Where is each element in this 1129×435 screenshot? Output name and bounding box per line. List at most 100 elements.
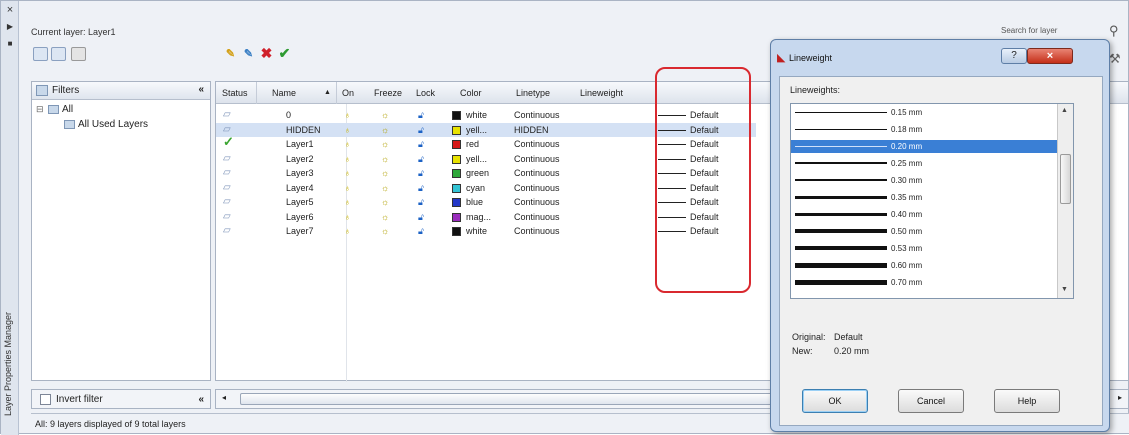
sun-icon[interactable]: ☼ [381,153,389,165]
dialog-help-icon[interactable]: ? [1001,48,1027,64]
lineweight-option[interactable]: 0.18 mm [791,123,1058,136]
new-layer-vp-frozen-icon[interactable]: ✎ [241,47,256,61]
collapse-tree-button[interactable]: « [198,84,204,95]
ok-button[interactable]: OK [802,389,868,413]
layer-name[interactable]: 0 [286,109,291,121]
delete-layer-icon[interactable]: ✖ [259,46,274,60]
sun-icon[interactable]: ☼ [381,167,389,179]
new-group-filter-icon[interactable] [51,47,66,61]
layer-name[interactable]: HIDDEN [286,124,321,136]
lightbulb-icon[interactable]: ♁ [344,167,351,179]
color-name[interactable]: cyan [466,182,485,194]
linetype-name[interactable]: Continuous [514,225,560,237]
layer-name[interactable]: Layer5 [286,196,314,208]
layer-name[interactable]: Layer4 [286,182,314,194]
color-swatch[interactable] [452,227,461,236]
tree-expander-icon[interactable]: ⊟ [36,104,44,115]
color-name[interactable]: green [466,167,489,179]
new-layer-icon[interactable]: ✎ [223,47,238,61]
color-name[interactable]: white [466,109,487,121]
column-color[interactable]: Color [460,88,482,98]
scroll-left-arrow-icon[interactable]: ◂ [222,393,226,402]
color-name[interactable]: blue [466,196,483,208]
unlocked-icon[interactable]: 🔓︎ [418,138,424,150]
linetype-name[interactable]: Continuous [514,182,560,194]
sun-icon[interactable]: ☼ [381,196,389,208]
scroll-up-arrow-icon[interactable]: ▲ [1061,107,1068,114]
column-separator[interactable] [336,82,337,104]
linetype-name[interactable]: Continuous [514,167,560,179]
color-name[interactable]: white [466,225,487,237]
collapse-filter-pane-button[interactable]: « [198,394,204,405]
color-name[interactable]: yell... [466,153,487,165]
column-freeze[interactable]: Freeze [374,88,402,98]
dialog-close-button[interactable]: × [1027,48,1073,64]
search-layer-field[interactable]: Search for layer [1001,26,1057,35]
column-lineweight[interactable]: Lineweight [580,88,623,98]
properties-menu-icon[interactable]: ■ [4,38,16,50]
lightbulb-icon[interactable]: ♁ [344,109,351,121]
cancel-button[interactable]: Cancel [898,389,964,413]
lightbulb-icon[interactable]: ♁ [344,182,351,194]
layer-states-manager-icon[interactable] [71,47,86,61]
new-property-filter-icon[interactable] [33,47,48,61]
sun-icon[interactable]: ☼ [381,124,389,136]
lineweight-option[interactable]: 0.50 mm [791,225,1058,238]
column-lock[interactable]: Lock [416,88,435,98]
set-current-icon[interactable]: ✔ [277,46,292,60]
color-swatch[interactable] [452,125,461,135]
lightbulb-icon[interactable]: ♁ [344,153,351,165]
lineweight-option[interactable]: 0.60 mm [791,259,1058,272]
color-name[interactable]: red [466,138,479,150]
lineweight-option[interactable]: 0.35 mm [791,191,1058,204]
invert-filter-checkbox[interactable] [40,394,51,405]
layer-name[interactable]: Layer1 [286,138,314,150]
auto-hide-icon[interactable]: ▶ [4,21,16,33]
column-linetype[interactable]: Linetype [516,88,550,98]
lightbulb-icon[interactable]: ♁ [344,225,351,237]
scroll-right-arrow-icon[interactable]: ▸ [1118,393,1122,402]
lightbulb-icon[interactable]: ♁ [344,211,351,223]
layer-name[interactable]: Layer2 [286,153,314,165]
lineweight-option[interactable]: 0.40 mm [791,208,1058,221]
color-swatch[interactable] [452,154,461,164]
sun-icon[interactable]: ☼ [381,109,389,121]
lineweight-option[interactable]: 0.70 mm [791,276,1058,289]
lightbulb-icon[interactable]: ♁ [344,196,351,208]
sun-icon[interactable]: ☼ [381,182,389,194]
tree-node-all-used-layers[interactable]: All Used Layers [78,119,148,130]
column-on[interactable]: On [342,88,354,98]
color-swatch[interactable] [452,169,461,178]
unlocked-icon[interactable]: 🔓︎ [418,225,424,237]
color-swatch[interactable] [452,212,461,222]
linetype-name[interactable]: Continuous [514,211,560,223]
unlocked-icon[interactable]: 🔓︎ [418,196,424,208]
color-swatch[interactable] [452,111,461,120]
color-swatch[interactable] [452,198,461,207]
unlocked-icon[interactable]: 🔓︎ [418,211,424,223]
lineweight-option[interactable]: 0.53 mm [791,242,1058,255]
linetype-name[interactable]: Continuous [514,153,560,165]
lightbulb-icon[interactable]: ♁ [344,124,351,136]
unlocked-icon[interactable]: 🔓︎ [418,167,424,179]
column-name[interactable]: Name [272,88,296,98]
layer-name[interactable]: Layer7 [286,225,314,237]
color-swatch[interactable] [452,183,461,193]
unlocked-icon[interactable]: 🔓︎ [418,109,424,121]
linetype-name[interactable]: Continuous [514,109,560,121]
column-status[interactable]: Status [222,88,248,98]
lightbulb-icon[interactable]: ♁ [344,138,351,150]
sun-icon[interactable]: ☼ [381,225,389,237]
help-button[interactable]: Help [994,389,1060,413]
lineweight-option[interactable]: 0.15 mm [791,106,1058,119]
search-icon[interactable]: ⚲ [1109,23,1119,39]
unlocked-icon[interactable]: 🔓︎ [418,124,424,136]
lineweight-list-scrollbar[interactable]: ▲ ▼ [1057,104,1073,298]
linetype-name[interactable]: Continuous [514,138,560,150]
color-name[interactable]: mag... [466,211,491,223]
lineweight-option[interactable]: 0.20 mm [791,140,1058,153]
column-separator[interactable] [256,82,257,104]
unlocked-icon[interactable]: 🔓︎ [418,182,424,194]
lineweight-option[interactable]: 0.25 mm [791,157,1058,170]
close-icon[interactable]: × [4,4,16,16]
